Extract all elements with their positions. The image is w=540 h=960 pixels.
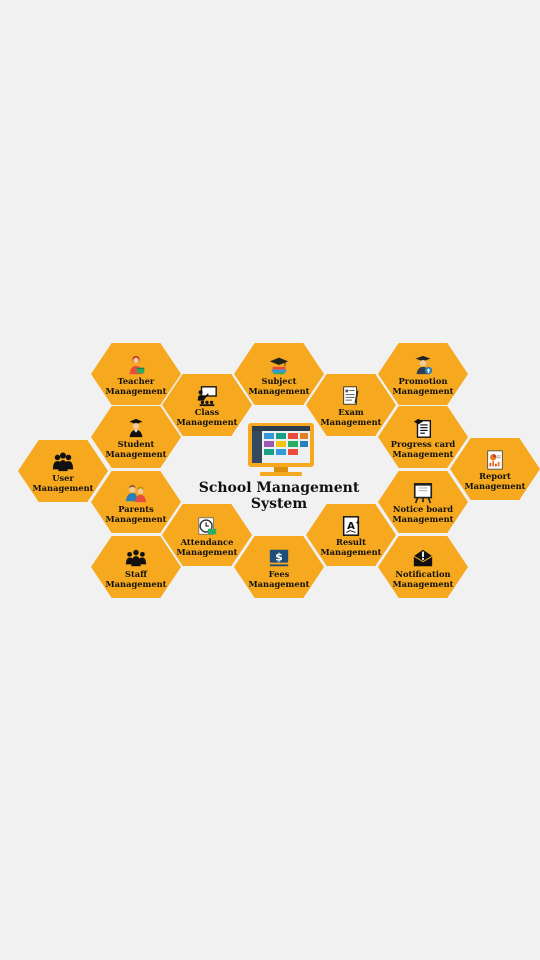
school-management-diagram: Teacher Management Subject Management Prom…: [0, 0, 540, 960]
module-label-line2: Management: [176, 546, 238, 557]
module-label-line2: Management: [392, 578, 454, 589]
hex-fees-management: $ Fees Management: [234, 536, 324, 598]
progress-card-icon: [411, 417, 435, 439]
center-title-line2: System: [250, 496, 308, 512]
graduation-cap-books-icon: [267, 354, 291, 376]
svg-text:+: +: [355, 520, 360, 526]
hex-notification-management: Notification Management: [378, 536, 468, 598]
hex-progress-card-management: Progress card Management: [378, 406, 468, 468]
hex-user-management: User Management: [18, 440, 108, 502]
result-grade-icon: A +: [339, 515, 363, 537]
teacher-icon: [124, 354, 148, 376]
module-label-line2: Management: [176, 416, 238, 427]
graduate-upload-icon: [411, 354, 435, 376]
notification-envelope-icon: [411, 547, 435, 569]
report-chart-icon: [483, 449, 507, 471]
hex-exam-management: Exam Management: [306, 374, 396, 436]
parents-icon: [124, 482, 148, 504]
monitor-icon: [246, 422, 316, 478]
hex-parents-management: Parents Management: [91, 471, 181, 533]
module-label-line2: Management: [32, 482, 94, 493]
hex-result-management: A + Result Management: [306, 504, 396, 566]
attendance-clock-icon: [195, 515, 219, 537]
module-label-line2: Management: [320, 416, 382, 427]
module-label-line2: Management: [464, 480, 526, 491]
center-title: School Management System: [196, 480, 362, 512]
classroom-board-icon: [195, 385, 219, 407]
module-label-line2: Management: [392, 448, 454, 459]
center-title-line1: School Management: [198, 480, 360, 496]
hex-staff-management: Staff Management: [91, 536, 181, 598]
module-label-line2: Management: [392, 385, 454, 396]
hex-class-management: Class Management: [162, 374, 252, 436]
module-label-line2: Management: [248, 385, 310, 396]
module-label-line2: Management: [105, 448, 167, 459]
module-label-line2: Management: [248, 578, 310, 589]
svg-text:A: A: [347, 521, 355, 532]
staff-group-icon: [124, 547, 148, 569]
module-label-line2: Management: [105, 578, 167, 589]
hex-student-management: Student Management: [91, 406, 181, 468]
hex-subject-management: Subject Management: [234, 343, 324, 405]
hex-attendance-management: Attendance Management: [162, 504, 252, 566]
module-label-line2: Management: [105, 385, 167, 396]
hex-teacher-management: Teacher Management: [91, 343, 181, 405]
notice-board-icon: [411, 482, 435, 504]
users-group-icon: [51, 451, 75, 473]
hex-notice-board-management: Notice board Management: [378, 471, 468, 533]
fees-dollar-icon: $: [267, 547, 291, 569]
student-icon: [124, 417, 148, 439]
hex-report-management: Report Management: [450, 438, 540, 500]
exam-sheet-icon: [339, 385, 363, 407]
hex-promotion-management: Promotion Management: [378, 343, 468, 405]
module-label-line2: Management: [105, 513, 167, 524]
svg-text:$: $: [275, 550, 283, 563]
module-label-line2: Management: [392, 513, 454, 524]
module-label-line2: Management: [320, 546, 382, 557]
